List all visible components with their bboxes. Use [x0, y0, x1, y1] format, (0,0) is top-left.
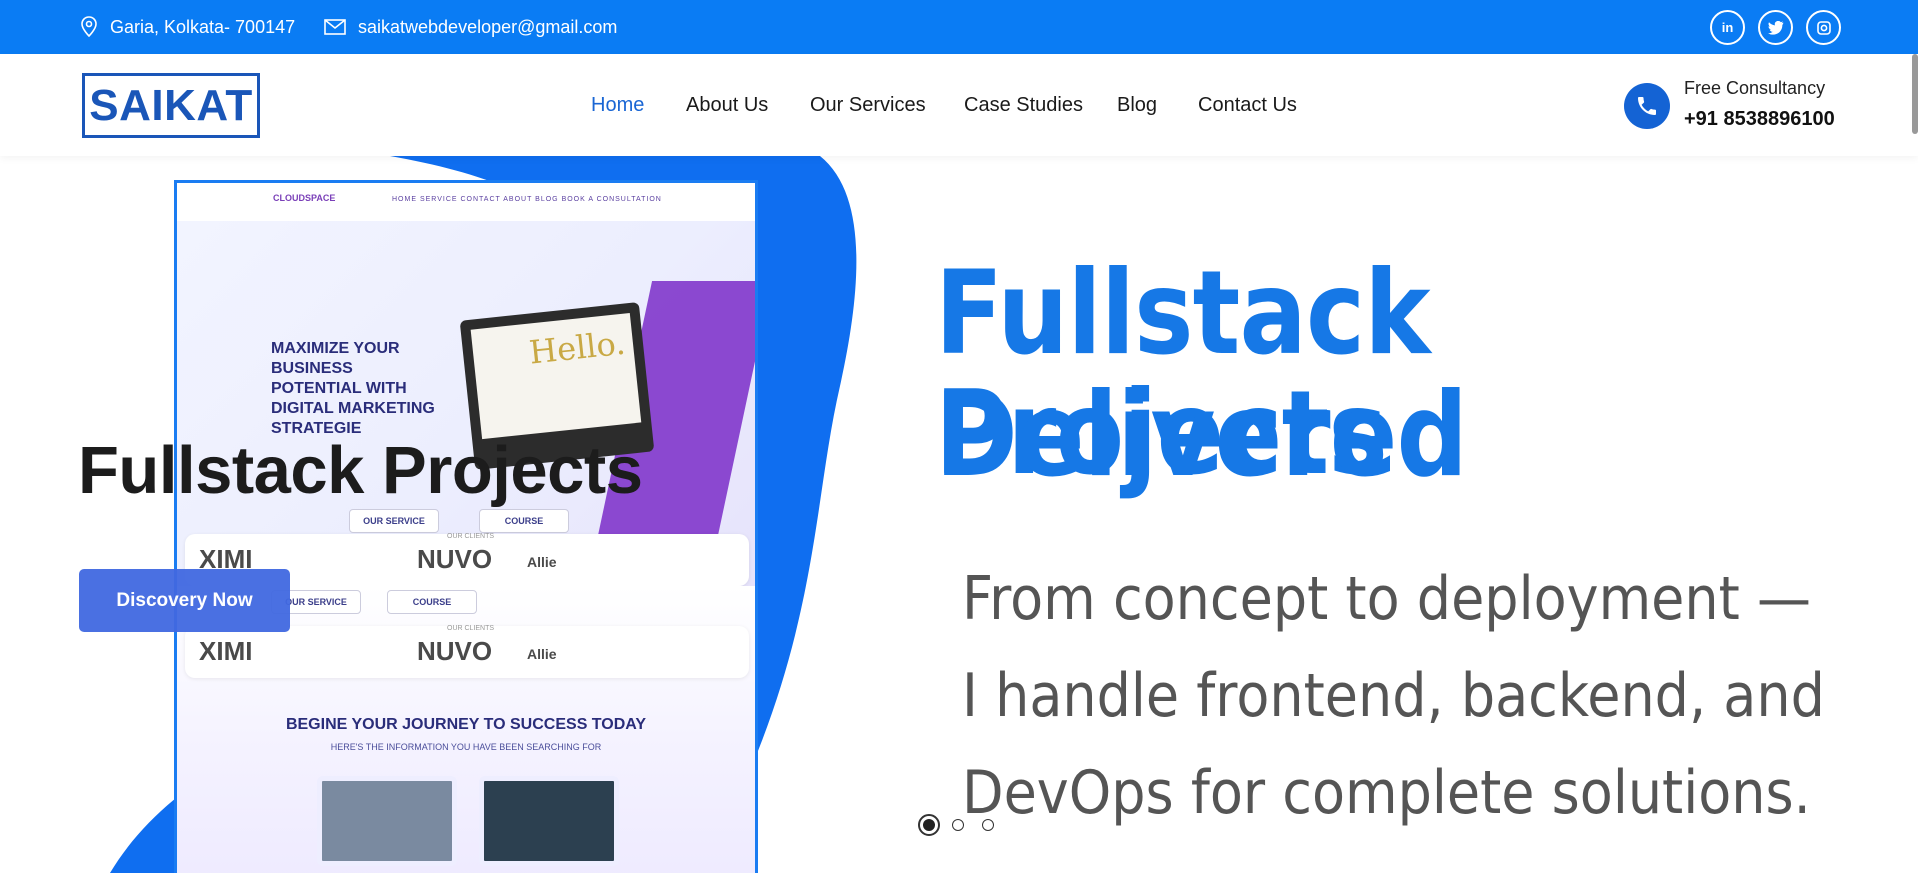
hero-slider: CLOUDSPACE HOME SERVICE CONTACT ABOUT BL…	[0, 156, 1918, 873]
mockup-logo: CLOUDSPACE	[273, 193, 336, 203]
main-header: SAIKAT Home About Us Our Services Case S…	[0, 54, 1918, 156]
slider-pagination	[918, 814, 1012, 836]
twitter-icon[interactable]	[1758, 10, 1793, 45]
hero-title: Fullstack Projects	[78, 433, 643, 508]
location-text: Garia, Kolkata- 700147	[110, 16, 296, 37]
website-mockup-image: CLOUDSPACE HOME SERVICE CONTACT ABOUT BL…	[174, 180, 758, 873]
mockup-links: HOME SERVICE CONTACT ABOUT BLOG BOOK A C…	[392, 196, 662, 203]
nav-home[interactable]: Home	[591, 54, 644, 156]
nav-about-us[interactable]: About Us	[686, 54, 768, 156]
mockup-headline: MAXIMIZE YOUR BUSINESS POTENTIAL WITH DI…	[271, 340, 435, 437]
phone-icon[interactable]	[1624, 83, 1670, 129]
top-info-bar: Garia, Kolkata- 700147 saikatwebdevelope…	[0, 0, 1918, 54]
mockup-journey-title: BEGINE YOUR JOURNEY TO SUCCESS TODAY	[285, 716, 647, 733]
mockup-hero: MAXIMIZE YOUR BUSINESS POTENTIAL WITH DI…	[177, 221, 755, 611]
banner-subtext-line3: DevOps for complete solutions.	[962, 758, 1811, 828]
location-info: Garia, Kolkata- 700147	[80, 0, 295, 54]
banner-headline-line2: Delivered	[935, 368, 1468, 503]
site-logo[interactable]: SAIKAT	[82, 73, 260, 138]
nav-blog[interactable]: Blog	[1117, 54, 1157, 156]
email-info[interactable]: saikatwebdeveloper@gmail.com	[324, 0, 617, 54]
instagram-icon[interactable]	[1806, 10, 1841, 45]
consultancy-phone[interactable]: +91 8538896100	[1684, 108, 1835, 131]
consultancy-label: Free Consultancy	[1684, 78, 1826, 98]
mockup-card-image-2	[479, 776, 619, 866]
mockup-tab-course: COURSE	[479, 509, 569, 533]
mockup-journey-sub: HERE'S THE INFORMATION YOU HAVE BEEN SEA…	[330, 742, 602, 752]
nav-our-services[interactable]: Our Services	[810, 54, 926, 156]
slider-dot-3[interactable]	[982, 819, 994, 831]
mockup-card-image-1	[317, 776, 457, 866]
linkedin-icon[interactable]: in	[1710, 10, 1745, 45]
mail-icon	[324, 19, 346, 35]
banner-subtext-line2: I handle frontend, backend, and	[962, 661, 1825, 731]
nav-contact-us[interactable]: Contact Us	[1198, 54, 1297, 156]
mockup-tab-service: OUR SERVICE	[349, 509, 439, 533]
nav-case-studies[interactable]: Case Studies	[964, 54, 1083, 156]
page-scrollbar[interactable]	[1912, 54, 1918, 134]
slider-dot-1[interactable]	[918, 814, 940, 836]
discovery-now-button[interactable]: Discovery Now	[79, 569, 290, 632]
mockup-nav: CLOUDSPACE HOME SERVICE CONTACT ABOUT BL…	[177, 183, 755, 221]
email-text: saikatwebdeveloper@gmail.com	[358, 16, 618, 37]
slider-dot-2[interactable]	[952, 819, 964, 831]
banner-subtext-line1: From concept to deployment —	[962, 564, 1811, 634]
map-pin-icon	[81, 16, 97, 38]
